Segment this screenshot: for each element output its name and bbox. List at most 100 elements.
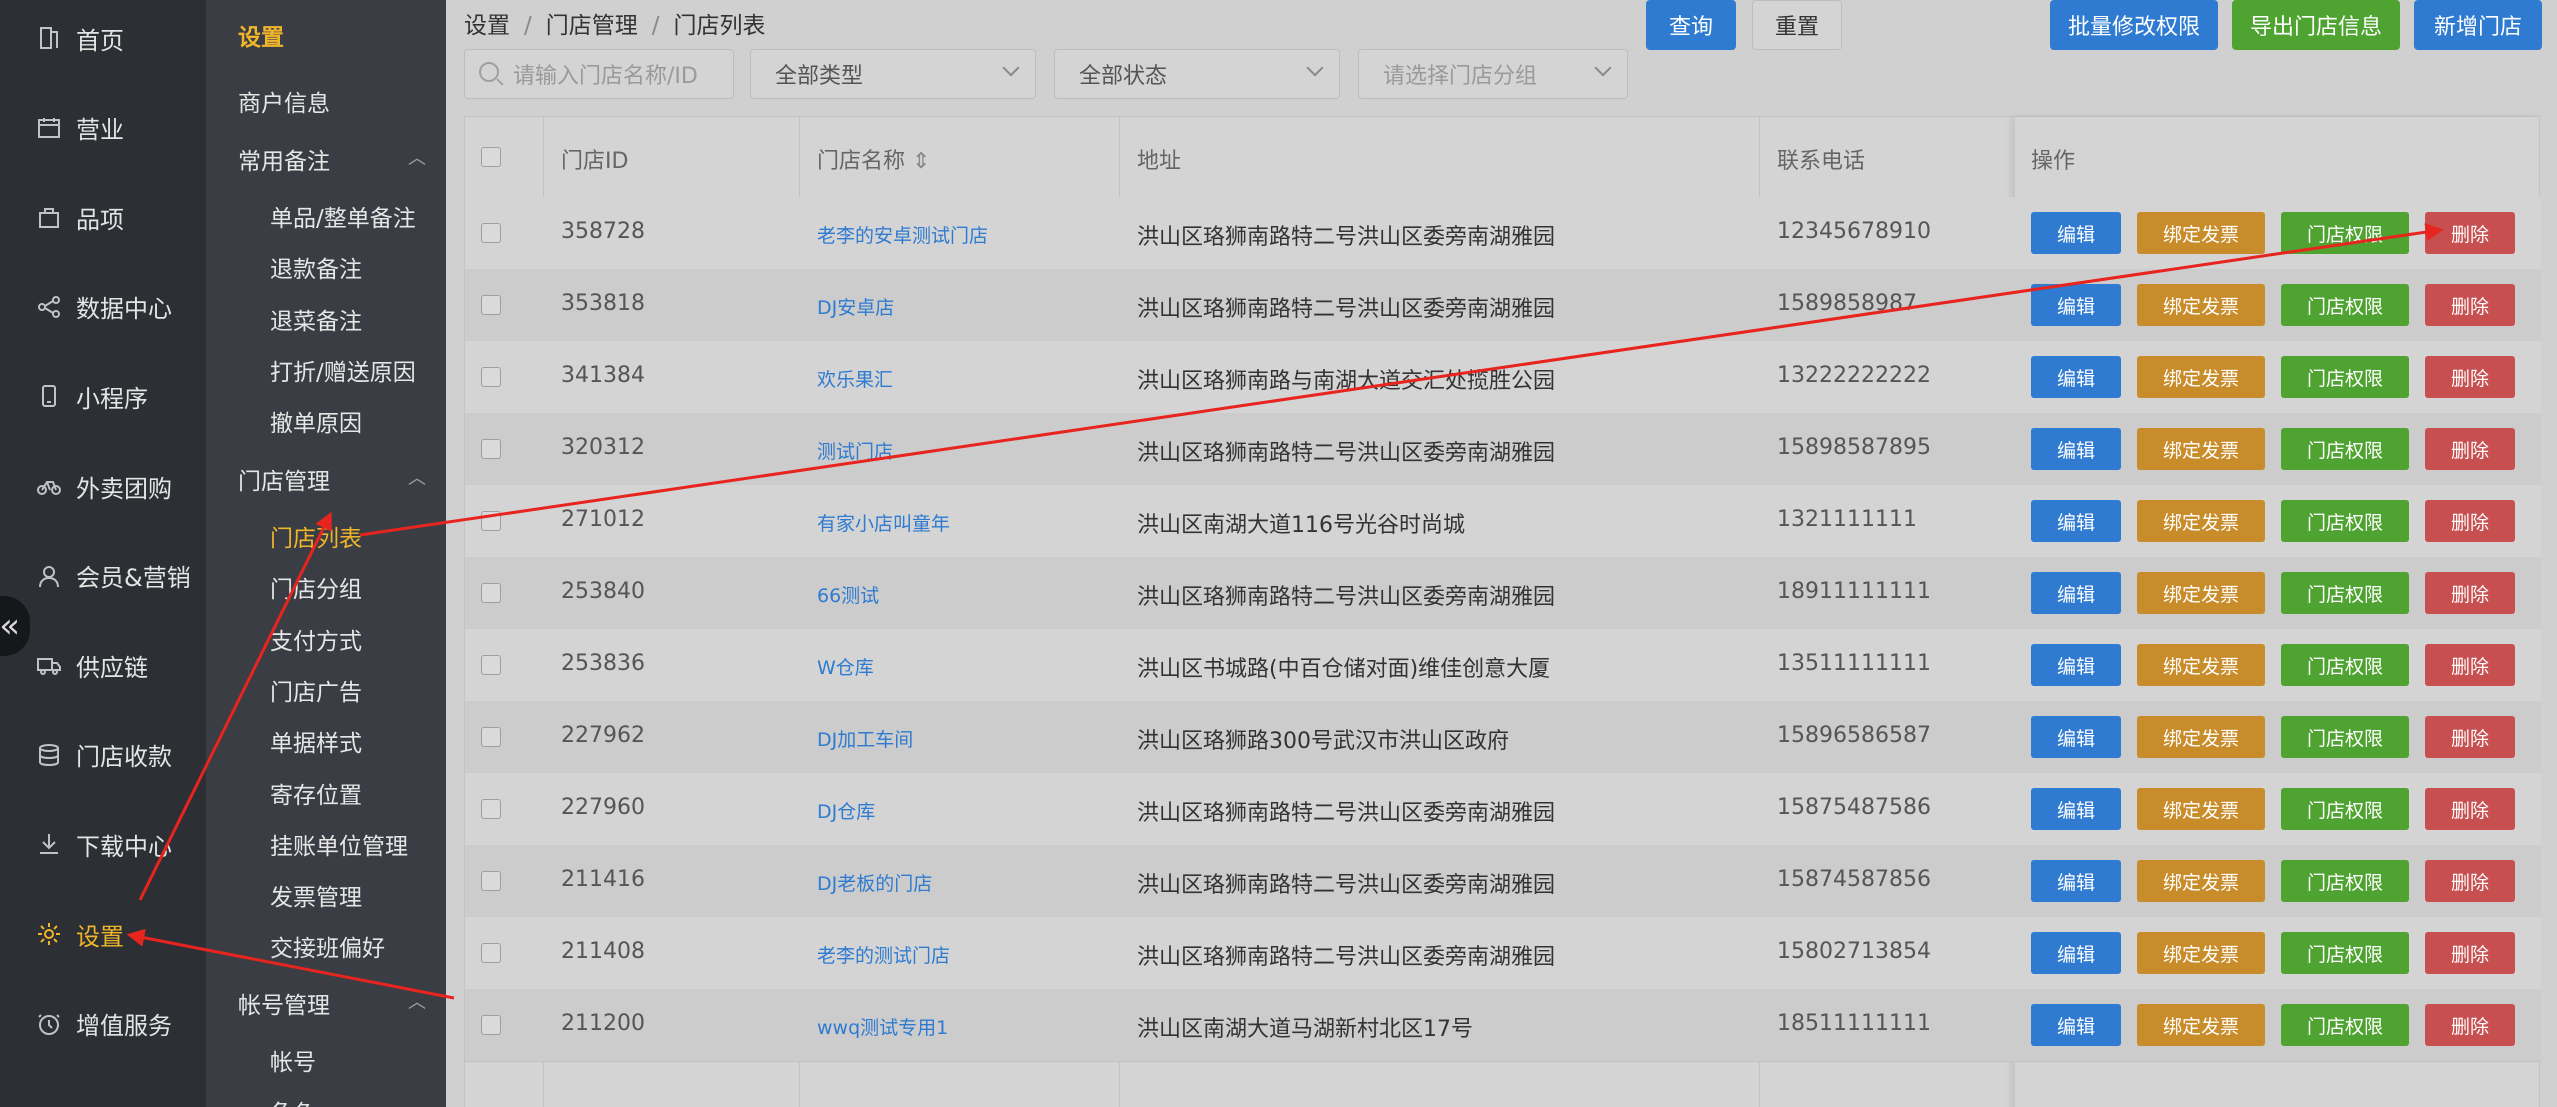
delete-button[interactable]: 删除	[2425, 284, 2515, 326]
cell-store-name-link[interactable]: W仓库	[817, 653, 874, 680]
row-checkbox[interactable]	[481, 1015, 501, 1035]
sort-icon[interactable]: ⇕	[912, 149, 930, 174]
subnav-item-merchant-info[interactable]: 商户信息	[238, 84, 330, 118]
subnav-item[interactable]: 撤单原因	[270, 404, 362, 438]
cell-store-name-link[interactable]: DJ仓库	[817, 797, 875, 824]
subnav-item[interactable]: 寄存位置	[270, 776, 362, 810]
bind-invoice-button[interactable]: 绑定发票	[2137, 500, 2265, 542]
cell-store-name-link[interactable]: 66测试	[817, 581, 879, 608]
row-checkbox[interactable]	[481, 223, 501, 243]
delete-button[interactable]: 删除	[2425, 428, 2515, 470]
store-permission-button[interactable]: 门店权限	[2281, 1004, 2409, 1046]
delete-button[interactable]: 删除	[2425, 500, 2515, 542]
row-checkbox[interactable]	[481, 871, 501, 891]
store-permission-button[interactable]: 门店权限	[2281, 716, 2409, 758]
edit-button[interactable]: 编辑	[2031, 428, 2121, 470]
select-all-checkbox[interactable]	[481, 147, 501, 167]
store-permission-button[interactable]: 门店权限	[2281, 788, 2409, 830]
subnav-group-0[interactable]: 常用备注 ︿	[238, 142, 438, 176]
store-permission-button[interactable]: 门店权限	[2281, 644, 2409, 686]
delete-button[interactable]: 删除	[2425, 860, 2515, 902]
edit-button[interactable]: 编辑	[2031, 716, 2121, 758]
edit-button[interactable]: 编辑	[2031, 356, 2121, 398]
store-permission-button[interactable]: 门店权限	[2281, 428, 2409, 470]
delete-button[interactable]: 删除	[2425, 212, 2515, 254]
edit-button[interactable]: 编辑	[2031, 284, 2121, 326]
store-permission-button[interactable]: 门店权限	[2281, 572, 2409, 614]
store-permission-button[interactable]: 门店权限	[2281, 284, 2409, 326]
nav-item-truck[interactable]: 供应链	[0, 635, 206, 695]
row-checkbox[interactable]	[481, 295, 501, 315]
subnav-item[interactable]: 门店列表	[270, 519, 362, 553]
row-checkbox[interactable]	[481, 583, 501, 603]
store-permission-button[interactable]: 门店权限	[2281, 860, 2409, 902]
bind-invoice-button[interactable]: 绑定发票	[2137, 644, 2265, 686]
delete-button[interactable]: 删除	[2425, 572, 2515, 614]
delete-button[interactable]: 删除	[2425, 644, 2515, 686]
subnav-group-1[interactable]: 门店管理 ︿	[238, 462, 438, 496]
bind-invoice-button[interactable]: 绑定发票	[2137, 356, 2265, 398]
row-checkbox[interactable]	[481, 439, 501, 459]
delete-button[interactable]: 删除	[2425, 788, 2515, 830]
subnav-item[interactable]: 挂账单位管理	[270, 827, 408, 861]
row-checkbox[interactable]	[481, 655, 501, 675]
delete-button[interactable]: 删除	[2425, 932, 2515, 974]
store-search-input[interactable]: 请输入门店名称/ID	[464, 49, 734, 99]
nav-item-calendar[interactable]: 营业	[0, 98, 206, 158]
subnav-item[interactable]: 门店广告	[270, 673, 362, 707]
bind-invoice-button[interactable]: 绑定发票	[2137, 1004, 2265, 1046]
nav-item-bike[interactable]: 外卖团购	[0, 456, 206, 516]
export-stores-button[interactable]: 导出门店信息	[2232, 0, 2400, 50]
row-checkbox[interactable]	[481, 367, 501, 387]
store-permission-button[interactable]: 门店权限	[2281, 500, 2409, 542]
add-store-button[interactable]: 新增门店	[2414, 0, 2542, 50]
cell-store-name-link[interactable]: DJ加工车间	[817, 725, 913, 752]
subnav-item[interactable]: 单品/整单备注	[270, 199, 416, 233]
cell-store-name-link[interactable]: 老李的测试门店	[817, 941, 950, 968]
bind-invoice-button[interactable]: 绑定发票	[2137, 572, 2265, 614]
query-button[interactable]: 查询	[1646, 0, 1736, 50]
edit-button[interactable]: 编辑	[2031, 788, 2121, 830]
bind-invoice-button[interactable]: 绑定发票	[2137, 716, 2265, 758]
nav-item-clock[interactable]: 增值服务	[0, 994, 206, 1054]
header-store-name[interactable]: 门店名称 ⇕	[817, 143, 930, 175]
edit-button[interactable]: 编辑	[2031, 860, 2121, 902]
subnav-item[interactable]: 角色	[270, 1094, 316, 1107]
store-permission-button[interactable]: 门店权限	[2281, 932, 2409, 974]
subnav-item[interactable]: 门店分组	[270, 570, 362, 604]
cell-store-name-link[interactable]: 有家小店叫童年	[817, 509, 950, 536]
status-select[interactable]: 全部状态	[1054, 49, 1340, 99]
row-checkbox[interactable]	[481, 511, 501, 531]
subnav-item[interactable]: 退菜备注	[270, 302, 362, 336]
cell-store-name-link[interactable]: 欢乐果汇	[817, 365, 893, 392]
cell-store-name-link[interactable]: 老李的安卓测试门店	[817, 221, 988, 248]
row-checkbox[interactable]	[481, 943, 501, 963]
nav-item-home[interactable]: 首页	[0, 8, 206, 68]
reset-button[interactable]: 重置	[1752, 0, 1842, 50]
cell-store-name-link[interactable]: 测试门店	[817, 437, 893, 464]
bind-invoice-button[interactable]: 绑定发票	[2137, 860, 2265, 902]
nav-item-database[interactable]: 门店收款	[0, 725, 206, 785]
cell-store-name-link[interactable]: DJ安卓店	[817, 293, 894, 320]
breadcrumb-store-mgmt[interactable]: 门店管理	[546, 13, 638, 39]
bind-invoice-button[interactable]: 绑定发票	[2137, 788, 2265, 830]
bind-invoice-button[interactable]: 绑定发票	[2137, 428, 2265, 470]
delete-button[interactable]: 删除	[2425, 356, 2515, 398]
cell-store-name-link[interactable]: wwq测试专用1	[817, 1013, 948, 1040]
nav-item-gear[interactable]: 设置	[0, 904, 206, 964]
nav-item-download[interactable]: 下载中心	[0, 814, 206, 874]
group-select[interactable]: 请选择门店分组	[1358, 49, 1628, 99]
batch-permission-button[interactable]: 批量修改权限	[2050, 0, 2218, 50]
edit-button[interactable]: 编辑	[2031, 500, 2121, 542]
subnav-item[interactable]: 发票管理	[270, 878, 362, 912]
nav-item-share[interactable]: 数据中心	[0, 277, 206, 337]
subnav-item[interactable]: 单据样式	[270, 724, 362, 758]
subnav-item[interactable]: 支付方式	[270, 622, 362, 656]
edit-button[interactable]: 编辑	[2031, 932, 2121, 974]
subnav-item[interactable]: 交接班偏好	[270, 929, 385, 963]
delete-button[interactable]: 删除	[2425, 1004, 2515, 1046]
bind-invoice-button[interactable]: 绑定发票	[2137, 932, 2265, 974]
subnav-item[interactable]: 帐号	[270, 1043, 316, 1077]
store-permission-button[interactable]: 门店权限	[2281, 356, 2409, 398]
breadcrumb-settings[interactable]: 设置	[464, 13, 510, 39]
